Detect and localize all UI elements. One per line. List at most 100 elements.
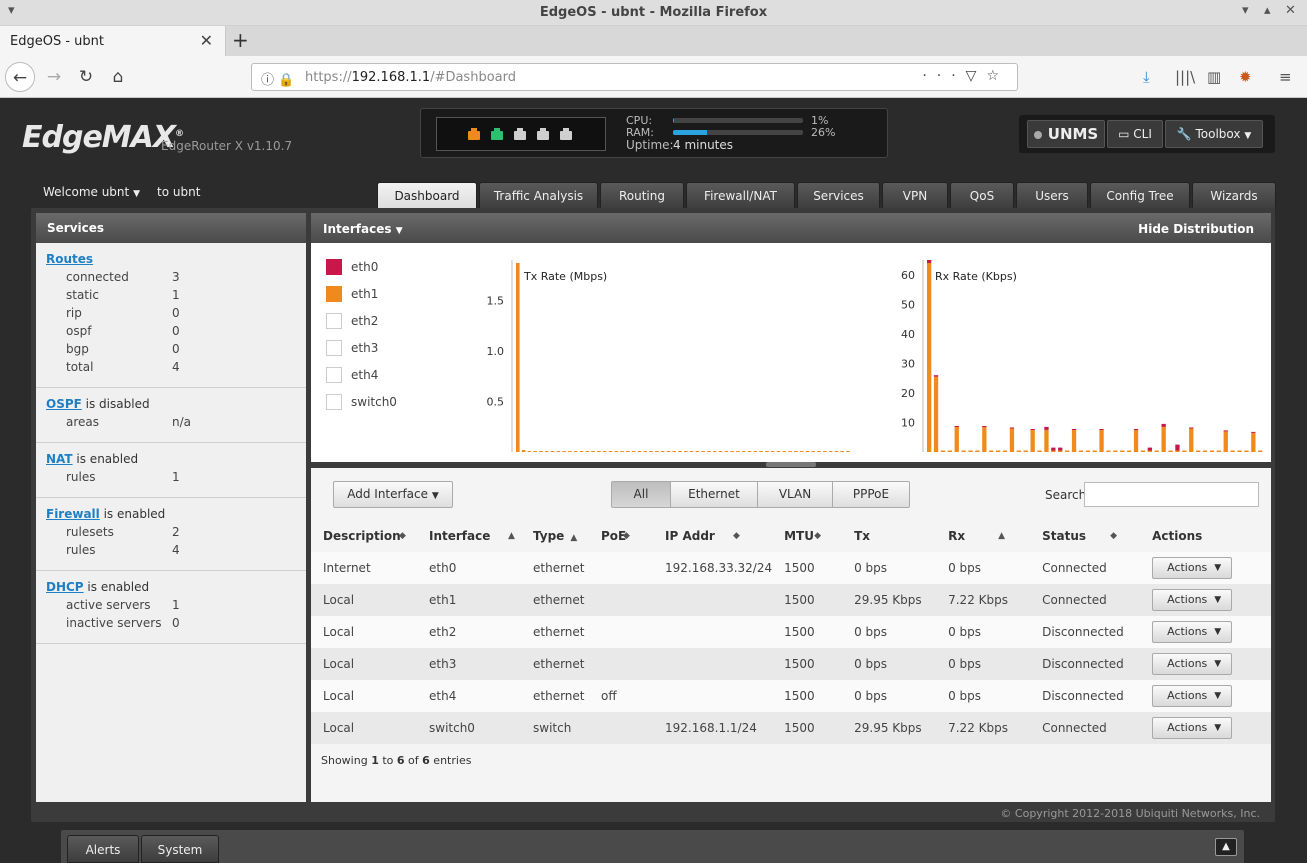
- col-poe[interactable]: PoE ◆: [589, 520, 653, 552]
- hide-distribution-button[interactable]: Hide Distribution: [1138, 222, 1254, 236]
- chart-bar: [1065, 450, 1070, 452]
- hamburger-menu-icon[interactable]: ≡: [1279, 68, 1292, 86]
- chart-bar: [1196, 450, 1201, 452]
- chart-bar: [968, 450, 973, 452]
- port-eth4-icon[interactable]: [560, 128, 572, 140]
- search-input[interactable]: [1084, 482, 1259, 507]
- nat-link[interactable]: NAT: [46, 452, 73, 466]
- filter-all[interactable]: All: [611, 481, 671, 508]
- filter-vlan[interactable]: VLAN: [757, 481, 833, 508]
- col-type[interactable]: Type ▲: [521, 520, 589, 552]
- port-eth3-icon[interactable]: [537, 128, 549, 140]
- chevron-down-icon: ▼: [1214, 723, 1222, 733]
- col-interface[interactable]: Interface ▲: [417, 520, 521, 552]
- add-interface-button[interactable]: Add Interface ▼: [333, 481, 453, 508]
- close-window-icon[interactable]: ✕: [1285, 3, 1296, 18]
- welcome-menu[interactable]: Welcome ubnt ▼: [43, 185, 140, 199]
- unms-button[interactable]: UNMS: [1027, 120, 1105, 148]
- port-eth2-icon[interactable]: [514, 128, 526, 140]
- new-tab-icon[interactable]: +: [232, 28, 249, 52]
- cell-status: Disconnected: [1030, 616, 1141, 648]
- maximize-icon[interactable]: ▴: [1264, 3, 1271, 18]
- col-status[interactable]: Status ◆: [1030, 520, 1140, 552]
- chart-bar: [1009, 427, 1015, 429]
- port-eth0-icon[interactable]: [468, 128, 480, 140]
- cell-tx: 0 bps: [842, 648, 937, 680]
- tab-traffic-analysis[interactable]: Traffic Analysis: [479, 182, 598, 209]
- tab-users[interactable]: Users: [1016, 182, 1088, 209]
- model-version: EdgeRouter X v1.10.7: [161, 139, 293, 153]
- dhcp-inactive-label: inactive servers: [66, 616, 162, 630]
- forward-icon[interactable]: →: [39, 62, 69, 92]
- row-actions-button[interactable]: Actions ▼: [1152, 557, 1233, 579]
- tab-routing[interactable]: Routing: [600, 182, 684, 209]
- cell-interface: eth2: [417, 616, 521, 648]
- extension-icon[interactable]: ✹: [1239, 68, 1252, 86]
- tab-wizards[interactable]: Wizards: [1192, 182, 1276, 209]
- tab-config-tree[interactable]: Config Tree: [1090, 182, 1190, 209]
- firewall-link[interactable]: Firewall: [46, 507, 100, 521]
- table-row: Local eth2 ethernet 1500 0 bps 0 bps Disconnec…: [311, 616, 1271, 648]
- col-ip-addr[interactable]: IP Addr ◆: [653, 520, 772, 552]
- alerts-tab[interactable]: Alerts: [67, 835, 139, 863]
- site-info-icon[interactable]: ⓘ 🔒: [261, 69, 294, 88]
- cli-button[interactable]: ▭ CLI: [1107, 120, 1163, 148]
- interfaces-menu[interactable]: Interfaces ▼: [323, 222, 403, 236]
- dhcp-state: is enabled: [83, 580, 150, 594]
- home-icon[interactable]: ⌂: [103, 62, 133, 92]
- filter-pppoe[interactable]: PPPoE: [832, 481, 910, 508]
- row-actions-button[interactable]: Actions ▼: [1152, 685, 1233, 707]
- chart-bar: [591, 451, 595, 452]
- chart-bar: [1161, 423, 1166, 427]
- back-icon[interactable]: ←: [5, 62, 35, 92]
- cell-tx: 29.95 Kbps: [842, 712, 937, 744]
- col-tx[interactable]: Tx: [842, 520, 936, 552]
- chart-bar: [637, 451, 642, 452]
- filter-ethernet[interactable]: Ethernet: [670, 481, 758, 508]
- ram-value: 26%: [811, 126, 836, 139]
- browser-tabbar: EdgeOS - ubnt ✕ +: [0, 26, 1307, 56]
- url-bar[interactable]: ⓘ 🔒 https://192.168.1.1/#Dashboard ···▽☆: [251, 63, 1018, 91]
- tab-services[interactable]: Services: [797, 182, 880, 209]
- tab-qos[interactable]: QoS: [950, 182, 1014, 209]
- minimize-icon[interactable]: ▾: [1242, 3, 1249, 18]
- cell-ip: 192.168.33.32/24: [653, 552, 773, 584]
- col-description[interactable]: Description ◆: [311, 520, 417, 552]
- cell-actions: Actions ▼: [1140, 552, 1271, 584]
- system-tab[interactable]: System: [141, 835, 219, 863]
- chart-bar: [989, 450, 994, 452]
- dhcp-active-value: 1: [172, 598, 180, 612]
- tab-dashboard[interactable]: Dashboard: [377, 182, 477, 209]
- chart-title: Rx Rate (Kbps): [935, 270, 1017, 283]
- row-actions-button[interactable]: Actions ▼: [1152, 653, 1233, 675]
- chart-bar: [573, 451, 578, 452]
- tab-firewall-nat[interactable]: Firewall/NAT: [686, 182, 795, 209]
- chart-bar: [695, 451, 700, 452]
- chart-bar: [1009, 428, 1015, 452]
- row-actions-button[interactable]: Actions ▼: [1152, 621, 1233, 643]
- row-actions-button[interactable]: Actions ▼: [1152, 589, 1233, 611]
- page-actions-icon[interactable]: ···▽☆: [922, 68, 1009, 84]
- sidebar-icon[interactable]: ▥: [1207, 68, 1221, 86]
- close-tab-icon[interactable]: ✕: [200, 31, 213, 50]
- port-eth1-icon[interactable]: [491, 128, 503, 140]
- expand-icon[interactable]: ▲: [1215, 838, 1237, 856]
- cell-rx: 7.22 Kbps: [936, 712, 1031, 744]
- cell-description: Local: [311, 616, 417, 648]
- browser-tab[interactable]: EdgeOS - ubnt ✕: [0, 26, 226, 56]
- downloads-icon[interactable]: ⤓: [1143, 68, 1150, 86]
- reload-icon[interactable]: ↻: [71, 62, 101, 92]
- routes-link[interactable]: Routes: [46, 252, 93, 266]
- toolbox-button[interactable]: 🔧 Toolbox ▼: [1165, 120, 1263, 148]
- library-icon[interactable]: |||\: [1175, 68, 1195, 86]
- row-actions-button[interactable]: Actions ▼: [1152, 717, 1233, 739]
- dhcp-link[interactable]: DHCP: [46, 580, 84, 594]
- col-rx[interactable]: Rx ▲: [936, 520, 1030, 552]
- cell-poe: [589, 712, 653, 744]
- ospf-link[interactable]: OSPF: [46, 397, 82, 411]
- chevron-down-icon: ▼: [133, 189, 140, 199]
- route-ospf-label: ospf: [66, 324, 92, 338]
- chart-bar: [753, 451, 758, 452]
- tab-vpn[interactable]: VPN: [882, 182, 948, 209]
- col-mtu[interactable]: MTU ◆: [772, 520, 842, 552]
